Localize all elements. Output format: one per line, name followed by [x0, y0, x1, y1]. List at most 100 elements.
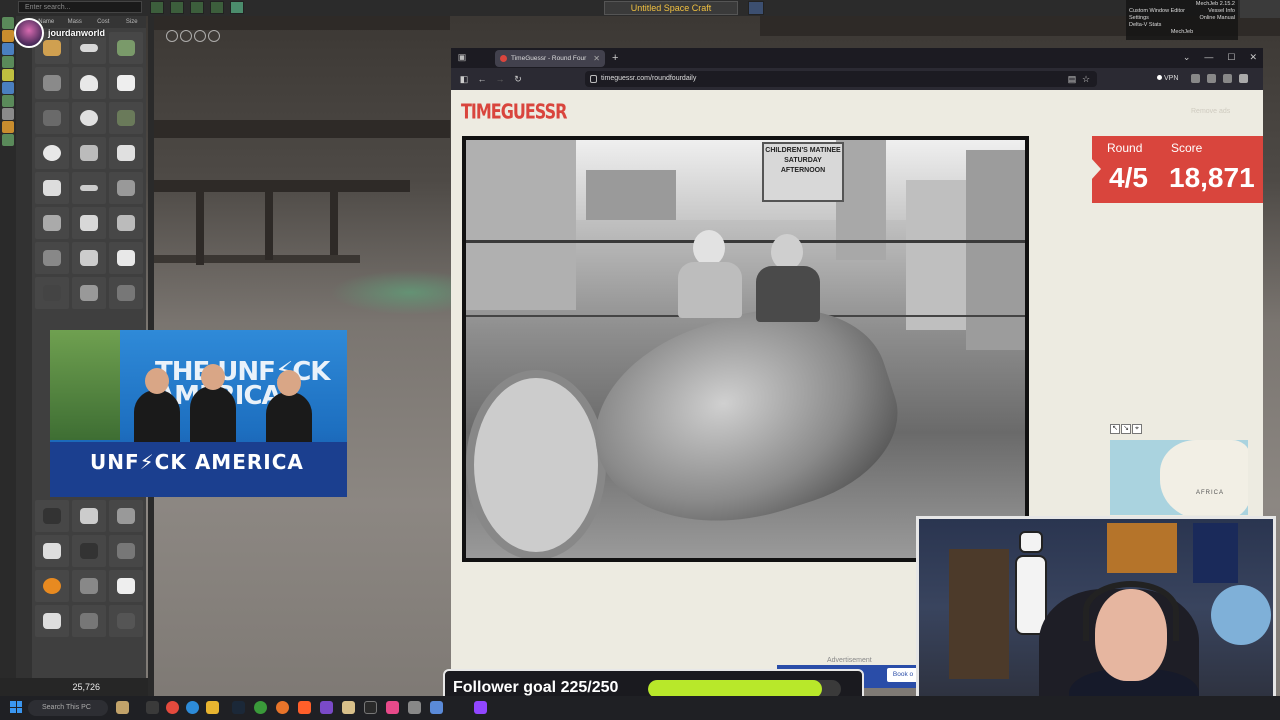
category-icon[interactable]	[2, 134, 14, 146]
part-tile[interactable]	[35, 605, 69, 637]
category-icon[interactable]	[2, 43, 14, 55]
mechjeb-item[interactable]: Vessel Info	[1208, 8, 1235, 15]
vessel-menu-icon[interactable]	[748, 1, 764, 15]
app-icon[interactable]	[386, 701, 399, 714]
ad-book-button[interactable]: Book o	[887, 668, 919, 682]
part-tile[interactable]	[35, 172, 69, 204]
taskbar-app-icon[interactable]	[146, 701, 159, 714]
timeguessr-logo[interactable]: TIMEGUESSR	[461, 95, 567, 130]
new-tab-button[interactable]: +	[612, 50, 618, 67]
part-tile[interactable]	[72, 242, 106, 274]
save-craft-button[interactable]	[190, 1, 204, 14]
taskbar-search[interactable]: Search This PC	[28, 700, 108, 716]
part-tile[interactable]	[109, 535, 143, 567]
forward-button[interactable]: →	[493, 72, 507, 86]
guess-map[interactable]: AFRICA	[1110, 440, 1248, 515]
part-tile[interactable]	[109, 172, 143, 204]
terminal-icon[interactable]	[364, 701, 377, 714]
category-icon[interactable]	[2, 108, 14, 120]
part-tile[interactable]	[72, 172, 106, 204]
mechjeb-toolbar[interactable]	[1240, 0, 1280, 18]
extension-icon[interactable]	[1207, 74, 1216, 83]
part-tile[interactable]	[109, 102, 143, 134]
place-icon[interactable]	[180, 30, 192, 42]
part-tile[interactable]	[72, 605, 106, 637]
map-shrink-icon[interactable]: ↘	[1121, 424, 1131, 434]
app-icon[interactable]	[342, 701, 355, 714]
extension-icon[interactable]	[1191, 74, 1200, 83]
part-tile[interactable]	[109, 500, 143, 532]
start-button[interactable]	[10, 701, 22, 713]
app-icon[interactable]	[408, 701, 421, 714]
reload-button[interactable]: ↻	[511, 72, 525, 86]
tab-list-icon[interactable]: ▣	[456, 51, 468, 63]
part-tile[interactable]	[72, 137, 106, 169]
part-tile[interactable]	[35, 500, 69, 532]
part-tile[interactable]	[109, 137, 143, 169]
tab-timeguessr[interactable]: TimeGuessr - Round Four ✕	[495, 50, 605, 67]
minimize-button[interactable]: —	[1204, 50, 1213, 65]
round-photo[interactable]: CHILDREN'S MATINEE SATURDAY AFTERNOON	[466, 140, 1025, 558]
lock-icon[interactable]	[590, 75, 597, 83]
part-tile[interactable]	[109, 277, 143, 309]
remove-ads-link[interactable]: Remove ads	[1191, 108, 1230, 115]
part-tile[interactable]	[72, 277, 106, 309]
category-icon[interactable]	[2, 95, 14, 107]
map-pin-icon[interactable]: ⌖	[1132, 424, 1142, 434]
part-tile[interactable]	[72, 102, 106, 134]
steam-icon[interactable]	[232, 701, 245, 714]
part-tile[interactable]	[35, 207, 69, 239]
twitch-icon[interactable]	[474, 701, 487, 714]
part-tile[interactable]	[109, 242, 143, 274]
part-tile[interactable]	[109, 605, 143, 637]
mechjeb-item[interactable]: Online Manual	[1200, 15, 1235, 22]
load-craft-button[interactable]	[170, 1, 184, 14]
part-tile[interactable]	[35, 137, 69, 169]
bookmark-star-icon[interactable]: ☆	[1079, 72, 1093, 86]
part-tile[interactable]	[109, 67, 143, 99]
category-icon[interactable]	[2, 17, 14, 29]
back-button[interactable]: ←	[475, 72, 489, 86]
brave-icon[interactable]	[298, 701, 311, 714]
part-tile[interactable]	[35, 570, 69, 602]
vessel-name-field[interactable]: Untitled Space Craft	[604, 1, 738, 15]
mechjeb-item[interactable]: Delta-V Stats	[1129, 22, 1235, 29]
close-window-button[interactable]: ✕	[1249, 50, 1257, 65]
part-tile[interactable]	[72, 207, 106, 239]
part-tile[interactable]	[109, 32, 143, 64]
close-tab-icon[interactable]: ✕	[593, 50, 600, 67]
part-tile[interactable]	[35, 535, 69, 567]
offset-icon[interactable]	[194, 30, 206, 42]
part-tile[interactable]	[72, 67, 106, 99]
extension-icon[interactable]	[1223, 74, 1232, 83]
category-icon[interactable]	[2, 30, 14, 42]
sidebar-icon[interactable]: ◧	[457, 72, 471, 86]
symmetry-icon[interactable]	[208, 30, 220, 42]
address-bar[interactable]: timeguessr.com/roundfourdaily	[585, 71, 1097, 87]
launch-button[interactable]	[210, 1, 224, 14]
category-icon[interactable]	[2, 56, 14, 68]
edge-icon[interactable]	[186, 701, 199, 714]
part-tile[interactable]	[35, 277, 69, 309]
map-expand-icon[interactable]: ↖	[1110, 424, 1120, 434]
tab-menu-chevron-icon[interactable]: ⌄	[1183, 50, 1191, 65]
firefox-icon[interactable]	[276, 701, 289, 714]
part-tile[interactable]	[35, 242, 69, 274]
vpn-button[interactable]: VPN	[1157, 72, 1178, 86]
taskbar-app-icon[interactable]	[116, 701, 129, 714]
rotate-icon[interactable]	[166, 30, 178, 42]
part-tile[interactable]	[72, 535, 106, 567]
file-explorer-icon[interactable]	[206, 701, 219, 714]
part-tile[interactable]	[35, 67, 69, 99]
part-tile[interactable]	[72, 570, 106, 602]
menu-icon[interactable]	[1239, 74, 1248, 83]
part-tile[interactable]	[109, 570, 143, 602]
maximize-button[interactable]: ☐	[1227, 50, 1235, 65]
part-tile[interactable]	[35, 102, 69, 134]
sort-size-button[interactable]: Size	[118, 16, 147, 28]
xbox-icon[interactable]	[254, 701, 267, 714]
mechjeb-footer[interactable]: MechJeb	[1129, 29, 1235, 36]
new-craft-button[interactable]	[150, 1, 164, 14]
part-tile[interactable]	[72, 500, 106, 532]
part-tile[interactable]	[109, 207, 143, 239]
